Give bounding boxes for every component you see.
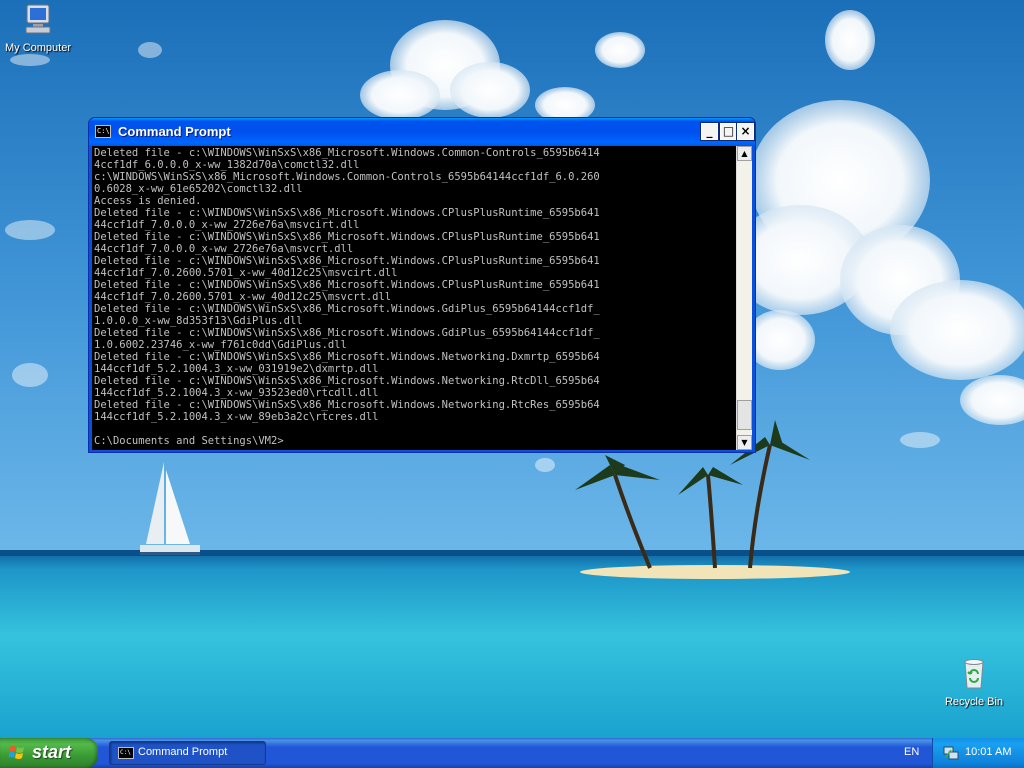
my-computer-icon (25, 4, 51, 34)
desktop-icon-label: My Computer (4, 42, 72, 54)
window-title: Command Prompt (118, 124, 231, 139)
maximize-button[interactable]: □ (719, 122, 738, 141)
console-output[interactable]: Deleted file - c:\WINDOWS\WinSxS\x86_Mic… (94, 147, 734, 447)
minimize-button[interactable]: _ (700, 122, 719, 141)
close-button[interactable]: × (736, 122, 755, 141)
windows-logo-icon (9, 746, 24, 759)
network-icon[interactable] (943, 745, 959, 761)
console-area[interactable]: Deleted file - c:\WINDOWS\WinSxS\x86_Mic… (92, 146, 752, 450)
taskbar-item-label: Command Prompt (138, 746, 228, 758)
language-indicator[interactable]: EN (904, 746, 919, 758)
start-label: start (32, 742, 72, 762)
window-titlebar[interactable]: C:\ Command Prompt _ □ × (89, 118, 755, 146)
system-tray: 10:01 AM (932, 738, 1024, 768)
taskbar: start C:\ Command Prompt EN 10:01 AM (0, 738, 1024, 768)
clock[interactable]: 10:01 AM (965, 746, 1011, 758)
vertical-scrollbar[interactable]: ▲ ▼ (736, 146, 752, 450)
taskbar-item-command-prompt[interactable]: C:\ Command Prompt (109, 741, 266, 765)
start-button[interactable]: start (0, 738, 98, 768)
scrollbar-thumb[interactable] (737, 400, 752, 430)
scroll-up-arrow-icon[interactable]: ▲ (737, 146, 752, 161)
command-prompt-window[interactable]: C:\ Command Prompt _ □ × Deleted file - … (88, 117, 756, 453)
desktop: My Computer Recycle Bin C:\ Command Prom… (0, 0, 1024, 738)
console-icon: C:\ (95, 125, 111, 138)
desktop-icon-my-computer[interactable]: My Computer (0, 2, 78, 54)
recycle-bin-icon (964, 659, 984, 689)
desktop-icon-label: Recycle Bin (944, 696, 1004, 708)
desktop-icon-recycle-bin[interactable]: Recycle Bin (934, 656, 1014, 708)
console-icon: C:\ (118, 747, 134, 759)
scroll-down-arrow-icon[interactable]: ▼ (737, 435, 752, 450)
